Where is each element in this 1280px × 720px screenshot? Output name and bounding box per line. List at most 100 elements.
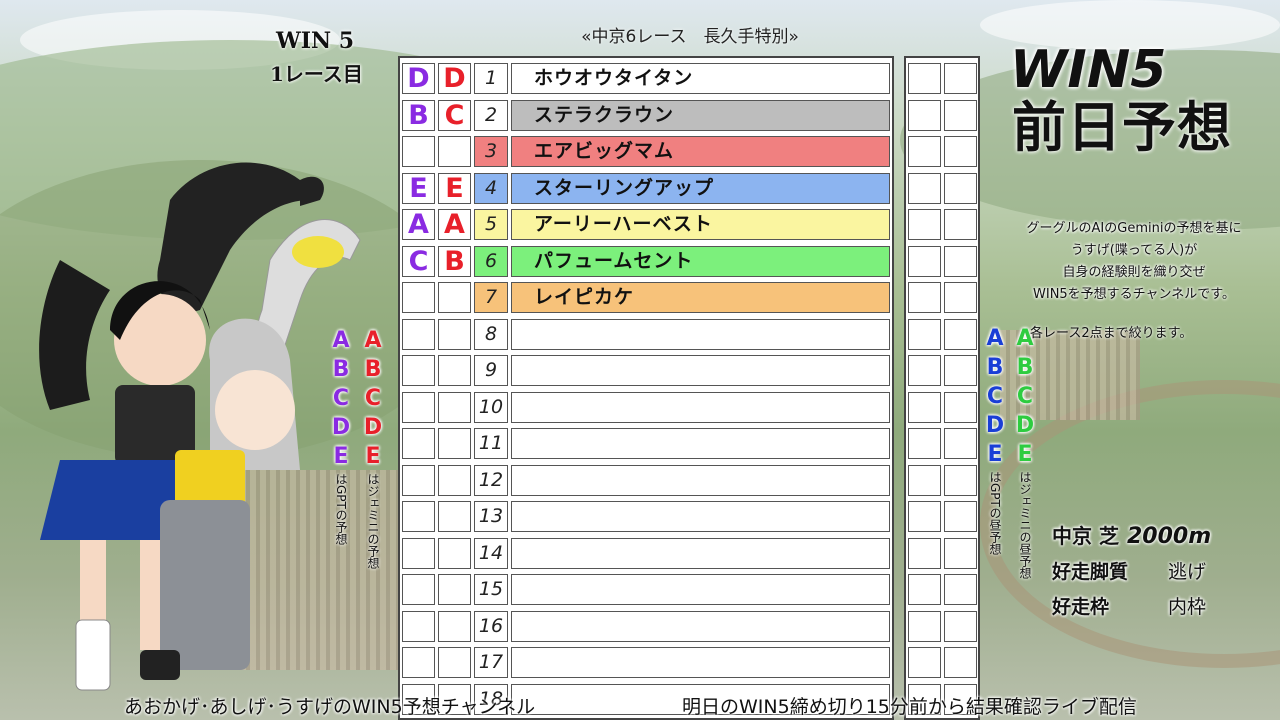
brand-subtitle: 前日予想 (1012, 96, 1232, 159)
gpt-pick-cell: D (402, 63, 435, 94)
gpt-pick-cell (402, 647, 435, 678)
midday-row (906, 133, 978, 170)
midday-pick-cell (944, 574, 977, 605)
gpt-pick-letter: E (409, 172, 428, 204)
gemini-pick-letter: C (444, 99, 465, 131)
horse-name (511, 574, 890, 605)
gemini-pick-letter: E (445, 172, 464, 204)
midday-pick-cell (908, 501, 941, 532)
table-row: 8 (400, 316, 892, 353)
channel-description: グーグルのAIのGeminiの予想を基に うすげ(喋ってる人)が 自身の経験則を… (1000, 218, 1268, 306)
gemini-pick-letter: D (443, 63, 466, 94)
midday-pick-cell (908, 172, 941, 204)
midday-pick-cell (944, 464, 977, 496)
midday-row (906, 170, 978, 207)
horse-number: 4 (474, 172, 508, 204)
midday-pick-cell (944, 537, 977, 569)
midday-row (906, 243, 978, 280)
gpt-pick-cell (402, 610, 435, 642)
midday-pick-cell (908, 282, 941, 313)
midday-pick-cell (908, 63, 941, 94)
horse-name: スターリングアップ (511, 172, 890, 204)
midday-pick-cell (908, 610, 941, 642)
horse-name (511, 355, 890, 386)
horse-number: 5 (474, 209, 508, 240)
gemini-pick-cell: A (438, 209, 471, 240)
midday-pick-cell (944, 391, 977, 423)
horse-number: 14 (474, 537, 508, 569)
course-venue: 中京 芝 (1052, 524, 1119, 548)
horse-number: 3 (474, 136, 508, 167)
gpt-pick-cell (402, 537, 435, 569)
legend-letter: C (1016, 384, 1034, 409)
legend-gemini-midday: A B C D E はジェミニの昼予想 (1012, 324, 1038, 579)
midday-pick-cell (908, 574, 941, 605)
midday-pick-cell (908, 537, 941, 569)
horse-name-text: ステラクラウン (534, 103, 675, 126)
midday-pick-cell (944, 63, 977, 94)
legend-letter: A (332, 328, 350, 353)
horse-name (511, 537, 890, 569)
table-row: 15 (400, 571, 892, 608)
table-row: A A 5 アーリーハーベスト (400, 206, 892, 243)
gemini-pick-cell (438, 574, 471, 605)
legend-letter: B (986, 355, 1004, 380)
horse-name (511, 464, 890, 496)
gpt-pick-cell (402, 501, 435, 532)
midday-row (906, 60, 978, 97)
gpt-pick-cell (402, 464, 435, 496)
table-row: 16 (400, 608, 892, 645)
horse-name-text: エアビッグマム (534, 140, 675, 162)
legend-letter: A (986, 326, 1004, 351)
midday-pick-cell (944, 136, 977, 167)
table-row: 11 (400, 425, 892, 462)
midday-row (906, 316, 978, 353)
description-line: うすげ(喋ってる人)が (1070, 243, 1198, 258)
table-row: B C 2 ステラクラウン (400, 97, 892, 134)
horse-number: 6 (474, 245, 508, 277)
gpt-pick-cell: C (402, 245, 435, 277)
gpt-pick-cell (402, 428, 435, 459)
table-row: 12 (400, 462, 892, 499)
table-row: 14 (400, 535, 892, 572)
horse-name: ステラクラウン (511, 99, 890, 131)
legend-letter: B (364, 357, 382, 382)
horse-name-text: ホウオウタイタン (534, 67, 694, 89)
midday-row (906, 462, 978, 499)
gemini-pick-cell (438, 610, 471, 642)
table-row: 10 (400, 389, 892, 426)
midday-pick-cell (944, 355, 977, 386)
race-index-label: 1レース目 (270, 62, 363, 86)
gemini-pick-cell (438, 501, 471, 532)
good-gate-label: 好走枠 (1052, 596, 1110, 618)
horse-name-text: アーリーハーベスト (534, 213, 713, 235)
good-style-label: 好走脚質 (1052, 561, 1129, 583)
footer-channel-name: あおかげ･あしげ･うすげのWIN5予想チャンネル (124, 696, 536, 718)
midday-pick-cell (908, 391, 941, 423)
horse-number: 2 (474, 99, 508, 131)
midday-pick-cell (908, 428, 941, 459)
legend-letter: C (332, 386, 350, 411)
win5-race-index: WIN 5 1レース目 (270, 28, 363, 87)
description-line: 自身の経験則を織り交ぜ (1062, 265, 1206, 280)
midday-row (906, 644, 978, 681)
horse-number: 7 (474, 282, 508, 313)
mascot-characters-illustration (39, 162, 361, 691)
midday-pick-cell (908, 99, 941, 131)
horse-number: 1 (474, 63, 508, 94)
brand-title: WIN5 (1010, 40, 1167, 100)
midday-row (906, 571, 978, 608)
horse-number: 11 (474, 428, 508, 459)
gemini-pick-cell (438, 428, 471, 459)
legend-letter: C (364, 386, 382, 411)
gemini-pick-cell (438, 355, 471, 386)
gemini-pick-cell (438, 537, 471, 569)
gpt-pick-cell (402, 574, 435, 605)
horse-number: 10 (474, 391, 508, 423)
midday-pick-cell (944, 245, 977, 277)
description-line: WIN5を予想するチャンネルです。 (1033, 287, 1235, 302)
gemini-pick-letter: A (444, 209, 465, 240)
gemini-pick-cell (438, 647, 471, 678)
legend-gpt-midday: A B C D E はGPTの昼予想 (982, 324, 1008, 555)
gpt-pick-letter: C (408, 245, 429, 277)
